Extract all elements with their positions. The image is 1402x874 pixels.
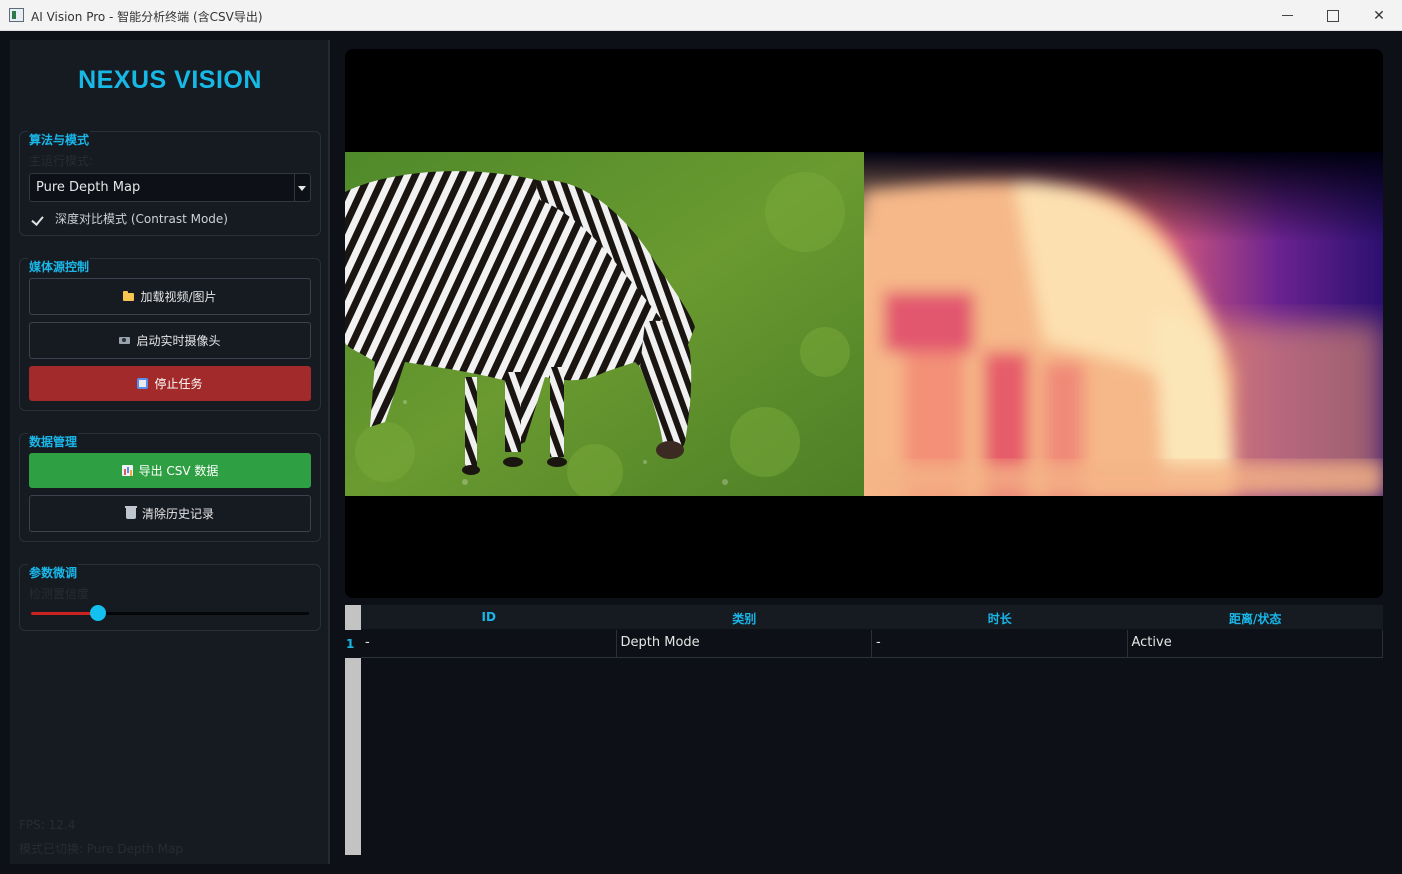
checkmark-icon: [31, 212, 45, 226]
maximize-button[interactable]: [1310, 0, 1356, 31]
video-viewer: [345, 49, 1383, 598]
export-csv-button[interactable]: 导出 CSV 数据: [29, 453, 311, 488]
contrast-mode-checkbox[interactable]: 深度对比模式 (Contrast Mode): [31, 210, 228, 227]
confidence-label: 检测置信度: [29, 587, 90, 601]
mode-select-value: Pure Depth Map: [36, 180, 141, 195]
param-group-title: 参数微调: [28, 564, 79, 581]
fps-readout: FPS: 12.4: [19, 818, 76, 832]
cell-category[interactable]: Depth Mode: [617, 630, 872, 657]
minimize-button[interactable]: [1264, 0, 1310, 31]
app-logo: NEXUS VISION: [78, 66, 262, 94]
export-csv-label: 导出 CSV 数据: [138, 464, 219, 478]
table-row[interactable]: - Depth Mode - Active: [361, 630, 1383, 658]
column-header-distance-status[interactable]: 距离/状态: [1128, 605, 1384, 629]
start-camera-label: 启动实时摄像头: [136, 334, 221, 348]
dropdown-button[interactable]: [294, 174, 310, 201]
media-group-title: 媒体源控制: [28, 258, 91, 275]
column-header-id[interactable]: ID: [361, 605, 617, 629]
clear-history-label: 清除历史记录: [141, 507, 214, 521]
sidebar: NEXUS VISION 算法与模式 主运行模式: Pure Depth Map…: [10, 40, 330, 864]
algo-group-title: 算法与模式: [28, 131, 91, 148]
window-title: AI Vision Pro - 智能分析终端 (含CSV导出): [31, 10, 263, 24]
start-camera-button[interactable]: 启动实时摄像头: [29, 322, 311, 359]
clear-history-button[interactable]: 清除历史记录: [29, 495, 311, 532]
app-icon: [9, 8, 24, 22]
chevron-down-icon: [298, 186, 306, 191]
stop-task-button[interactable]: 停止任务: [29, 366, 311, 401]
cell-duration[interactable]: -: [872, 630, 1128, 657]
mode-label: 主运行模式:: [29, 154, 94, 168]
table-header: ID 类别 时长 距离/状态: [361, 605, 1383, 629]
results-table: ID 类别 时长 距离/状态 1 - Depth Mode - Active: [345, 605, 1383, 855]
depth-map-image: [864, 152, 1383, 496]
camera-icon: [119, 337, 131, 344]
status-message: 模式已切换: Pure Depth Map: [19, 842, 184, 856]
slider-handle[interactable]: [89, 605, 106, 621]
title-bar: AI Vision Pro - 智能分析终端 (含CSV导出) ✕: [0, 0, 1402, 31]
folder-icon: [123, 290, 135, 301]
column-header-category[interactable]: 类别: [617, 605, 873, 629]
row-number[interactable]: 1: [345, 630, 361, 658]
confidence-slider[interactable]: [31, 605, 309, 621]
cell-id[interactable]: -: [361, 630, 617, 657]
stop-icon: [137, 378, 149, 389]
mode-select[interactable]: Pure Depth Map: [29, 173, 311, 202]
stop-task-label: 停止任务: [154, 377, 203, 391]
cell-distance-status[interactable]: Active: [1128, 630, 1383, 657]
data-group-title: 数据管理: [28, 433, 79, 450]
trash-icon: [124, 506, 137, 519]
chart-icon: [121, 465, 133, 476]
source-image: [345, 152, 864, 496]
close-button[interactable]: ✕: [1356, 0, 1402, 31]
contrast-mode-label: 深度对比模式 (Contrast Mode): [55, 212, 228, 226]
slider-fill: [31, 612, 98, 615]
column-header-duration[interactable]: 时长: [872, 605, 1128, 629]
load-media-label: 加载视频/图片: [140, 290, 217, 304]
load-media-button[interactable]: 加载视频/图片: [29, 278, 311, 315]
